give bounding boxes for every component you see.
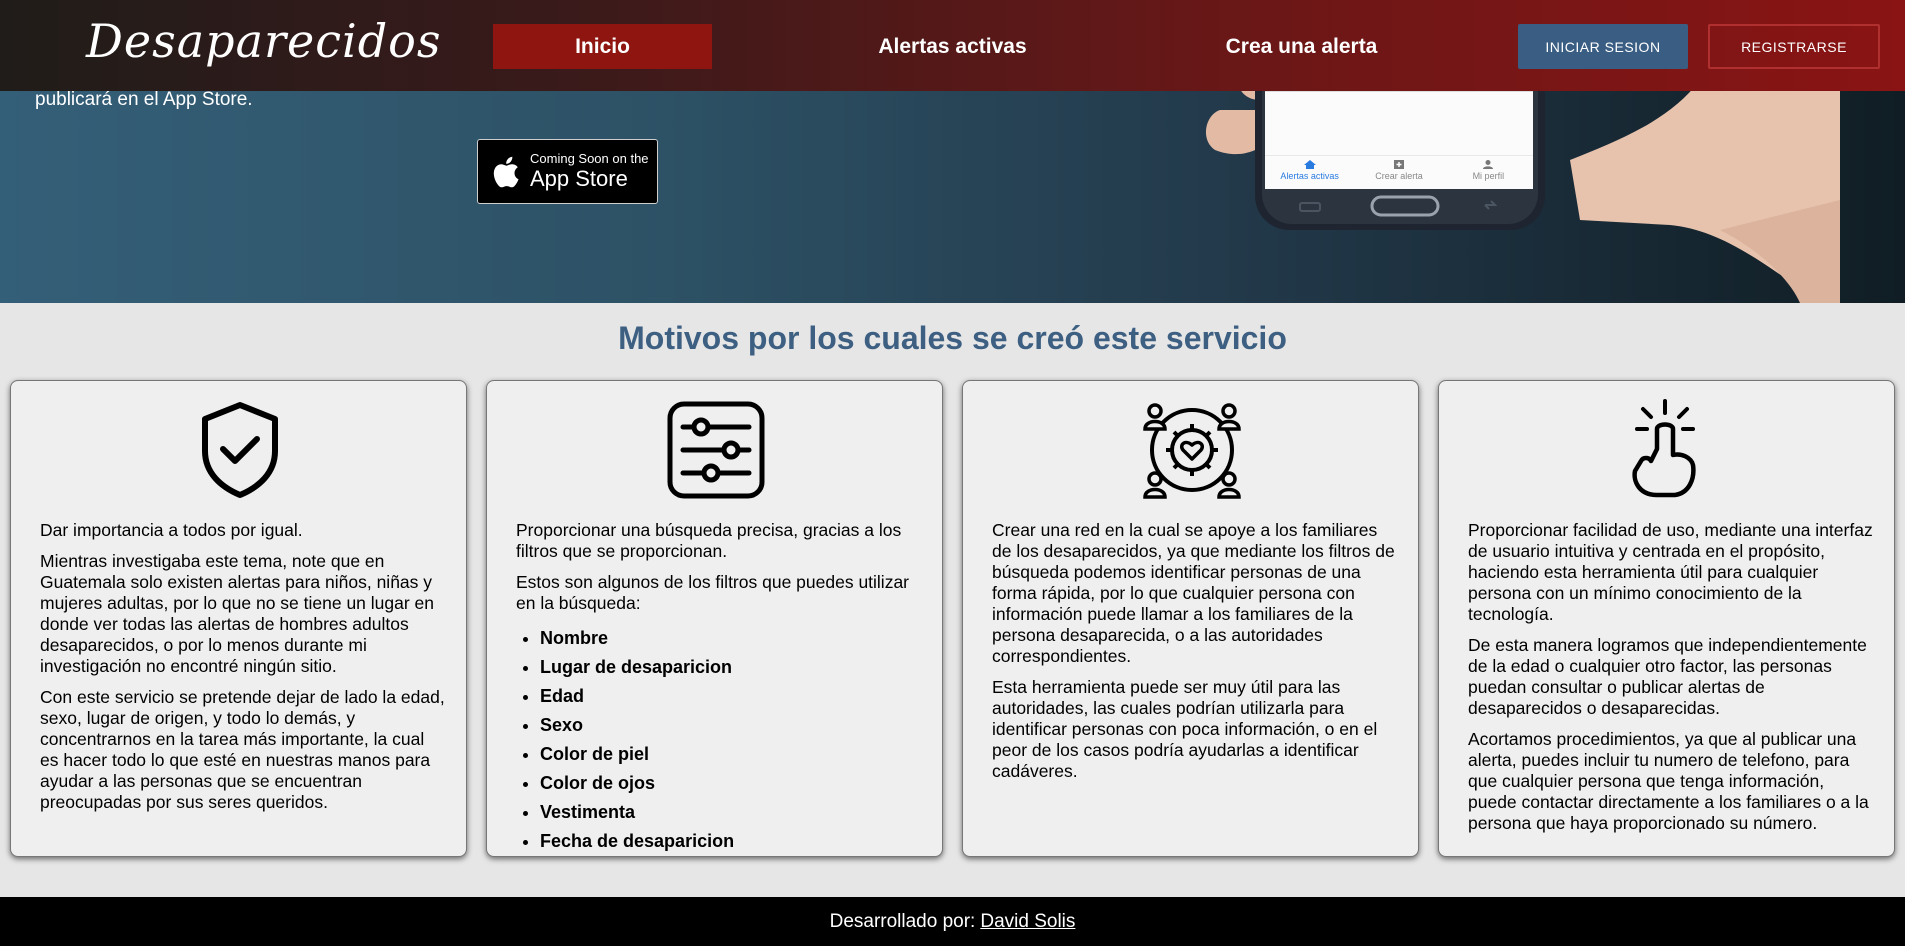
card-paragraph: De esta manera logramos que independient… (1468, 635, 1867, 718)
register-button[interactable]: REGISTRARSE (1708, 24, 1880, 69)
card-body: Crear una red en la cual se apoye a los … (992, 520, 1397, 792)
filter-list-item: Fecha de desaparicion (540, 827, 921, 856)
filter-list-item: Sexo (540, 711, 921, 740)
add-box-icon (1393, 160, 1404, 169)
reason-card-usability: Proporcionar facilidad de uso, mediante … (1438, 380, 1895, 857)
login-button[interactable]: INICIAR SESION (1518, 24, 1688, 69)
filter-list-item: Color de piel (540, 740, 921, 769)
card-paragraph: Dar importancia a todos por igual. (40, 520, 303, 540)
filter-sliders-icon (667, 401, 765, 499)
phone-tab-perfil: Mi perfil (1444, 156, 1533, 185)
navbar: Desaparecidos Inicio Alertas activas Cre… (0, 0, 1905, 91)
card-paragraph: Acortamos procedimientos, ya que al publ… (1468, 729, 1869, 833)
filter-list-item: Edad (540, 682, 921, 711)
card-body: Proporcionar una búsqueda precisa, graci… (516, 520, 921, 856)
phone-tab-alertas: Alertas activas (1265, 156, 1354, 185)
footer: Desarrollado por: David Solis (0, 897, 1905, 946)
app-store-badge-text: Coming Soon on the App Store (530, 151, 649, 192)
filter-list-item: Vestimenta (540, 798, 921, 827)
badge-big-text: App Store (530, 166, 628, 191)
footer-author-link[interactable]: David Solis (980, 911, 1075, 933)
phone-screen: Alertas activas Crear alerta Mi perfil (1265, 91, 1533, 189)
filter-list-item: Color de ojos (540, 769, 921, 798)
hero-text: publicará en el App Store. (35, 89, 253, 110)
filter-list: Nombre Lugar de desaparicion Edad Sexo C… (516, 624, 921, 856)
phone-tab-label: Alertas activas (1280, 171, 1339, 181)
card-paragraph: Proporcionar una búsqueda precisa, graci… (516, 520, 902, 561)
card-body: Dar importancia a todos por igual. Mient… (40, 520, 445, 823)
touch-hand-icon (1632, 399, 1696, 498)
section-title: Motivos por los cuales se creó este serv… (618, 320, 1287, 356)
nav-link-inicio[interactable]: Inicio (493, 24, 712, 69)
reason-card-search: Proporcionar una búsqueda precisa, graci… (486, 380, 943, 857)
badge-small-text: Coming Soon on the (530, 151, 649, 166)
user-icon (1483, 160, 1494, 169)
card-paragraph: Mientras investigaba este tema, note que… (40, 551, 435, 676)
phone-tab-label: Crear alerta (1375, 171, 1423, 181)
filter-list-item: Lugar de desaparicion (540, 653, 921, 682)
card-body: Proporcionar facilidad de uso, mediante … (1468, 520, 1873, 844)
nav-link-crea-alerta[interactable]: Crea una alerta (1192, 24, 1411, 69)
phone-tab-label: Mi perfil (1472, 171, 1505, 181)
brand-logo[interactable]: Desaparecidos (86, 14, 441, 68)
nav-link-alertas-activas[interactable]: Alertas activas (843, 24, 1062, 69)
shield-check-icon (202, 402, 278, 498)
card-paragraph: Estos son algunos de los filtros que pue… (516, 572, 910, 613)
reason-card-equality: Dar importancia a todos por igual. Mient… (10, 380, 467, 857)
filter-list-item: Nombre (540, 624, 921, 653)
phone-tab-bar: Alertas activas Crear alerta Mi perfil (1265, 155, 1533, 185)
phone-tab-crear: Crear alerta (1354, 156, 1443, 185)
card-paragraph: Proporcionar facilidad de uso, mediante … (1468, 520, 1873, 624)
card-paragraph: Crear una red en la cual se apoye a los … (992, 520, 1395, 666)
card-paragraph: Con este servicio se pretende dejar de l… (40, 687, 445, 812)
community-network-icon (1143, 403, 1241, 499)
app-store-badge[interactable]: Coming Soon on the App Store (477, 139, 658, 204)
reason-card-network: Crear una red en la cual se apoye a los … (962, 380, 1419, 857)
footer-prefix: Desarrollado por: (829, 910, 976, 932)
apple-icon (493, 156, 519, 187)
home-icon (1303, 160, 1316, 169)
card-paragraph: Esta herramienta puede ser muy útil para… (992, 677, 1378, 781)
